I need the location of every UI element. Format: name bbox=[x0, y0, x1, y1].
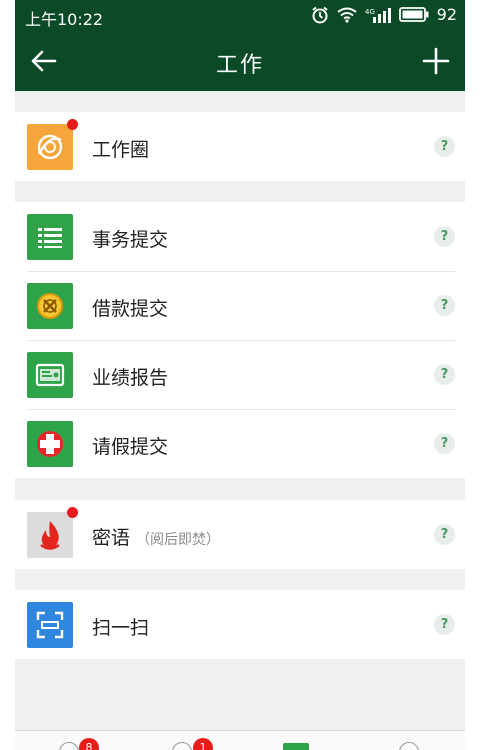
page-title: 工作 bbox=[215, 53, 264, 78]
item-label: 工作圈 bbox=[92, 139, 150, 161]
item-label: 事务提交 bbox=[92, 229, 169, 251]
group-work-circle: 工作圈 ? bbox=[15, 112, 465, 181]
tab-badge-messages: 8 bbox=[79, 738, 99, 750]
help-icon[interactable]: ? bbox=[434, 614, 455, 635]
alarm-icon bbox=[312, 6, 328, 23]
help-icon[interactable]: ? bbox=[434, 433, 455, 454]
item-label: 扫一扫 bbox=[92, 617, 150, 639]
phone-screen: 上午10:22 4G 92 工作 工作圈 ? 事务提交 ? 借款提交 ? 业绩报… bbox=[15, 0, 465, 750]
help-icon[interactable]: ? bbox=[434, 136, 455, 157]
list-item-leave[interactable]: 请假提交 ? bbox=[15, 409, 465, 478]
scan-icon bbox=[27, 602, 73, 648]
list-item-loan[interactable]: 借款提交 ? bbox=[15, 271, 465, 340]
help-icon[interactable]: ? bbox=[434, 524, 455, 545]
status-icons: 4G 92 bbox=[311, 5, 457, 24]
tab-work[interactable] bbox=[283, 743, 309, 750]
item-label: 借款提交 bbox=[92, 298, 169, 320]
report-icon bbox=[27, 352, 73, 398]
list-item-affairs[interactable]: 事务提交 ? bbox=[15, 202, 465, 271]
money-icon bbox=[27, 283, 73, 329]
list-item-scan[interactable]: 扫一扫 ? bbox=[15, 590, 465, 659]
list-item-secret-message[interactable]: 密语 （阅后即焚） ? bbox=[15, 500, 465, 569]
help-icon[interactable]: ? bbox=[434, 226, 455, 247]
item-label: 密语 （阅后即焚） bbox=[92, 523, 220, 550]
help-icon[interactable]: ? bbox=[434, 364, 455, 385]
status-bar: 上午10:22 4G 92 bbox=[15, 0, 465, 31]
add-icon[interactable] bbox=[421, 46, 451, 76]
group-secret: 密语 （阅后即焚） ? bbox=[15, 500, 465, 569]
unread-dot bbox=[67, 507, 78, 518]
bottom-tab-bar: 8 1 bbox=[15, 730, 465, 750]
item-label: 业绩报告 bbox=[92, 367, 169, 389]
group-submissions: 事务提交 ? 借款提交 ? 业绩报告 ? 请假提交 ? bbox=[15, 202, 465, 478]
top-bar: 上午10:22 4G 92 工作 bbox=[15, 0, 465, 91]
cross-icon bbox=[27, 421, 73, 467]
group-scan: 扫一扫 ? bbox=[15, 590, 465, 659]
fire-icon bbox=[27, 507, 78, 558]
battery-level: 92 bbox=[436, 5, 457, 24]
wifi-icon bbox=[337, 7, 357, 23]
list-item-report[interactable]: 业绩报告 ? bbox=[15, 340, 465, 409]
item-label: 请假提交 bbox=[92, 436, 169, 458]
tab-messages[interactable] bbox=[59, 742, 79, 750]
signal-icon: 4G bbox=[365, 7, 391, 23]
help-icon[interactable]: ? bbox=[434, 295, 455, 316]
status-time: 上午10:22 bbox=[25, 10, 104, 29]
list-item-work-circle[interactable]: 工作圈 ? bbox=[15, 112, 465, 181]
tab-contacts[interactable] bbox=[172, 742, 192, 750]
tab-badge-contacts: 1 bbox=[193, 738, 213, 750]
svg-text:4G: 4G bbox=[365, 8, 375, 16]
battery-icon bbox=[398, 7, 429, 22]
work-circle-icon bbox=[27, 119, 78, 170]
item-title: 密语 bbox=[92, 527, 131, 549]
nav-bar: 工作 bbox=[15, 31, 465, 91]
list-icon bbox=[27, 214, 73, 260]
item-subtitle: （阅后即焚） bbox=[136, 532, 221, 548]
tab-me[interactable] bbox=[399, 742, 419, 750]
unread-dot bbox=[67, 119, 78, 130]
